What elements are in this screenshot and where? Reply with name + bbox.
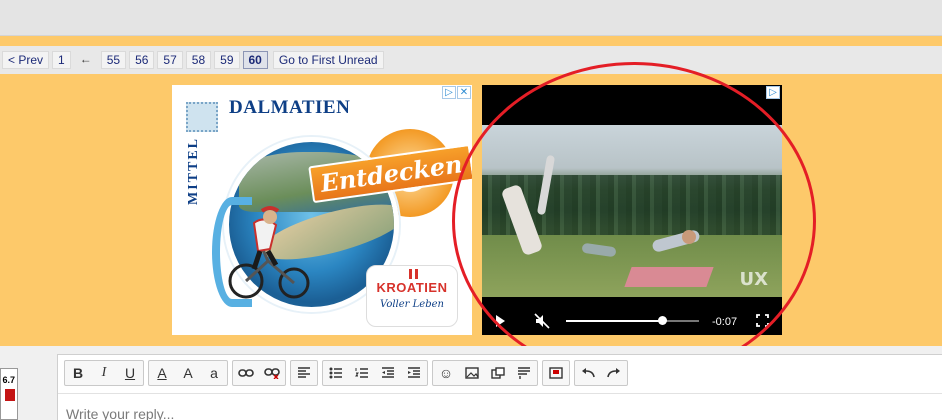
outdent-icon[interactable] [375,361,401,385]
link-icon[interactable] [233,361,259,385]
italic-button[interactable]: I [91,361,117,385]
font-style-button[interactable]: a [201,361,227,385]
pagination: < Prev 1 ← 55 56 57 58 59 60 Go to First… [0,46,942,74]
ad-side-text: MITTEL [186,136,201,205]
redo-icon[interactable] [601,361,627,385]
ad-title: DALMATIEN [229,97,351,118]
smiley-icon[interactable]: ☺ [433,361,459,385]
video-watermark: UX [739,269,769,290]
bullet-list-icon[interactable] [323,361,349,385]
page-link-58[interactable]: 58 [185,51,212,69]
avatar-value: 6.7 [2,375,15,385]
adchoices-icon[interactable]: ▷ [442,86,456,99]
close-ad-icon[interactable]: ✕ [457,86,471,99]
video-controls: -0:07 [482,307,782,335]
current-page: 60 [242,51,268,69]
time-remaining: -0:07 [712,316,738,328]
video-ad[interactable]: UX ▷ -0:07 [482,85,782,335]
reply-input[interactable] [58,393,942,420]
image-icon[interactable] [459,361,485,385]
video-frame [482,125,782,297]
avatar: 6.7 [0,368,18,420]
top-bar [0,0,942,36]
font-size-button[interactable]: A [175,361,201,385]
page-link-55[interactable]: 55 [100,51,127,69]
media-icon[interactable] [485,361,511,385]
seek-handle[interactable] [657,316,667,325]
muted-speaker-icon[interactable] [534,313,550,329]
quote-icon[interactable] [511,361,537,385]
reply-editor: B I U A A a ☺ Write your reply... [57,354,942,420]
brand-name: KROATIEN [376,280,448,295]
fullscreen-icon[interactable] [756,314,769,327]
code-icon[interactable] [543,361,569,385]
align-left-icon[interactable] [291,361,317,385]
numbered-list-icon[interactable] [349,361,375,385]
page-link-59[interactable]: 59 [214,51,240,69]
adchoices-icon[interactable]: ▷ [766,86,780,99]
page-link-1[interactable]: 1 [52,51,71,69]
font-color-button[interactable]: A [149,361,175,385]
page-ellipsis-arrow: ← [79,52,92,66]
dalmatien-ad[interactable]: DALMATIEN MITTEL Entdecken KROATIEN Voll… [172,85,472,335]
seek-progress [566,320,662,322]
brand-tagline: Voller Leben [380,299,444,310]
play-icon[interactable] [496,315,505,327]
undo-icon[interactable] [575,361,601,385]
seek-bar[interactable] [566,316,699,325]
page-link-57[interactable]: 57 [157,51,183,69]
editor-toolbar: B I U A A a ☺ [64,359,628,387]
bold-button[interactable]: B [65,361,91,385]
page-link-56[interactable]: 56 [129,51,155,69]
kroatien-logo: KROATIEN Voller Leben [366,265,458,327]
first-unread-link[interactable]: Go to First Unread [272,51,384,69]
stamp-icon [186,102,218,132]
underline-button[interactable]: U [117,361,143,385]
unlink-icon[interactable] [259,361,285,385]
indent-icon[interactable] [401,361,427,385]
prev-page-link[interactable]: < Prev [2,51,50,69]
avatar-mark [5,389,15,401]
cyclist-image [228,206,310,299]
